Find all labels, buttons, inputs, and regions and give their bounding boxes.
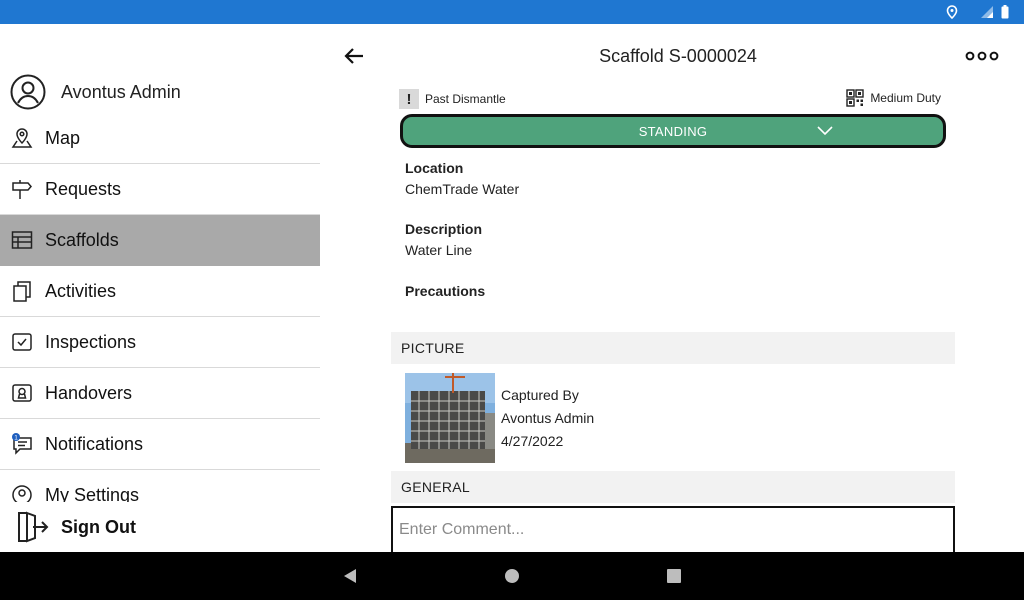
circle-home-icon (505, 569, 519, 583)
table-icon (11, 229, 33, 251)
menu-item-label: Requests (45, 178, 122, 199)
user-profile[interactable]: Avontus Admin (0, 68, 320, 116)
map-pin-icon (11, 127, 33, 149)
back-arrow-icon[interactable] (342, 44, 366, 68)
captured-by-name: Avontus Admin (501, 410, 595, 426)
menu-item-label: Notifications (45, 433, 144, 454)
menu-item-scaffolds[interactable]: Scaffolds (0, 215, 320, 266)
description-value: Water Line (405, 242, 473, 258)
menu-item-inspections[interactable]: Inspections (0, 317, 320, 368)
past-dismantle-tag: ! Past Dismantle (399, 89, 506, 109)
menu-item-notifications[interactable]: 1 Notifications (0, 419, 320, 470)
comment-input[interactable] (391, 506, 955, 552)
description-label: Description (405, 221, 483, 237)
signpost-icon (11, 178, 33, 200)
location-field: Location ChemTrade Water (405, 160, 519, 197)
menu-item-activities[interactable]: Activities (0, 266, 320, 317)
nav-back-button[interactable] (326, 552, 374, 600)
chevron-down-icon (817, 126, 833, 136)
precautions-label: Precautions (405, 283, 486, 299)
duty-tag: Medium Duty (846, 89, 941, 107)
battery-icon (1001, 5, 1009, 19)
more-options-icon[interactable] (964, 44, 1000, 68)
system-navigation-bar (0, 552, 1024, 600)
nav-recents-button[interactable] (650, 552, 698, 600)
warning-icon: ! (399, 89, 419, 109)
menu-item-requests[interactable]: Requests (0, 164, 320, 215)
captured-by-label: Captured By (501, 387, 579, 403)
menu-item-handovers[interactable]: Handovers (0, 368, 320, 419)
menu-item-label: Handovers (45, 382, 133, 403)
menu-list[interactable]: Map Requests Scaffolds Activities Inspec… (0, 113, 320, 509)
location-value: ChemTrade Water (405, 181, 520, 197)
scaffold-detail-panel: Scaffold S-0000024 ! Past Dismantle Medi… (320, 24, 1024, 552)
navigation-drawer: Avontus Admin Map Requests Scaffolds Act… (0, 24, 320, 552)
page-title: Scaffold S-0000024 (599, 46, 757, 66)
app-header: Scaffold S-0000024 (320, 24, 1024, 88)
notification-badge: 1 (14, 434, 18, 441)
status-value: STANDING (638, 123, 708, 139)
menu-item-label: Inspections (45, 331, 137, 352)
scaffold-photo[interactable] (405, 373, 495, 463)
description-field: Description Water Line (405, 221, 482, 258)
triangle-back-icon (344, 569, 356, 583)
sign-out-label: Sign Out (61, 516, 136, 537)
user-avatar-icon (10, 74, 46, 110)
menu-item-label: Scaffolds (45, 229, 119, 250)
sign-out-button[interactable]: Sign Out (0, 502, 320, 552)
nav-home-button[interactable] (488, 552, 536, 600)
general-section-header: GENERAL (391, 471, 955, 503)
capture-date: 4/27/2022 (501, 433, 564, 449)
certificate-icon (11, 382, 33, 404)
location-icon (946, 5, 958, 19)
system-status-bar (0, 0, 1024, 24)
location-label: Location (405, 160, 464, 176)
qr-code-icon (846, 89, 865, 107)
precautions-field: Precautions (405, 283, 485, 299)
square-recents-icon (667, 569, 681, 583)
tag-label: Past Dismantle (425, 92, 506, 106)
status-dropdown[interactable]: STANDING (400, 114, 946, 148)
copy-icon (11, 280, 33, 302)
checkbox-icon (11, 331, 33, 353)
sign-out-icon (18, 511, 49, 543)
signal-icon (981, 6, 993, 18)
notification-icon: 1 (11, 433, 33, 455)
tag-label: Medium Duty (870, 91, 941, 105)
menu-item-label: Activities (45, 280, 117, 301)
menu-item-map[interactable]: Map (0, 113, 320, 164)
user-name: Avontus Admin (61, 81, 181, 102)
menu-item-label: Map (45, 127, 81, 148)
picture-section-header: PICTURE (391, 332, 955, 364)
